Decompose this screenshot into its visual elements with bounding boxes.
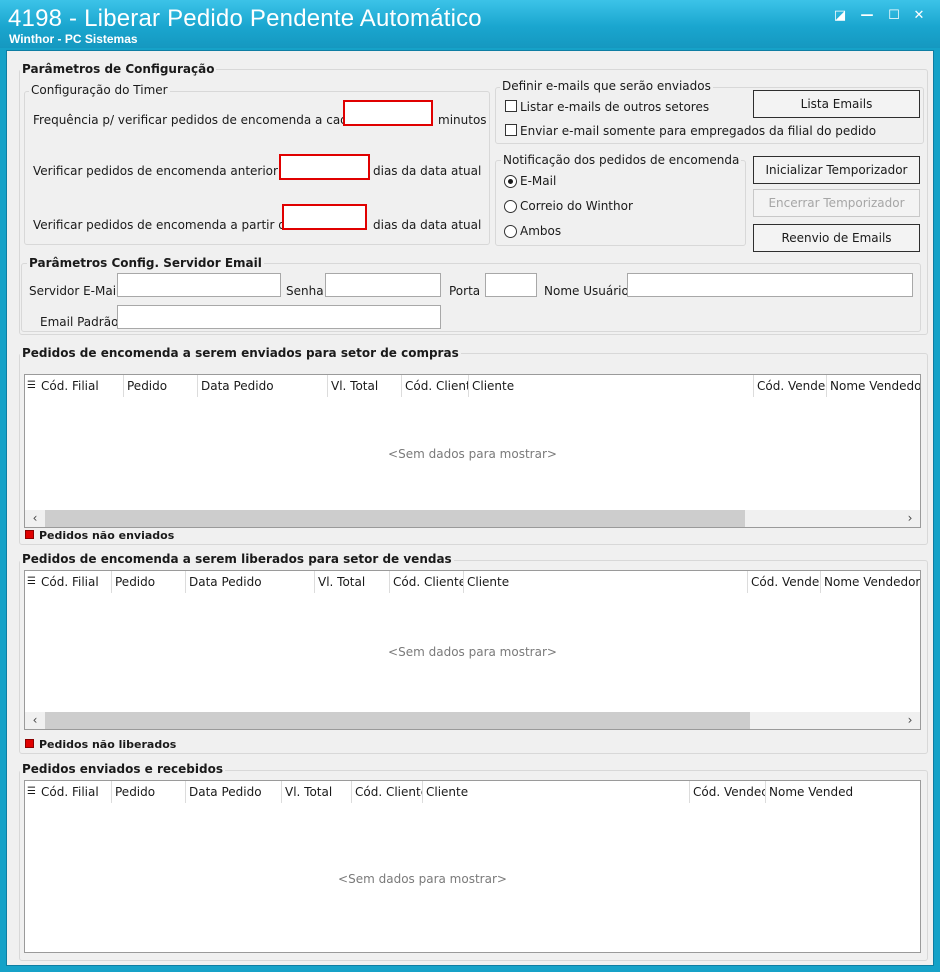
legend-red-square xyxy=(25,739,34,748)
freq-suffix: minutos xyxy=(438,113,487,127)
email-padrao-label: Email Padrão xyxy=(40,315,119,329)
anterior-label: Verificar pedidos de encomenda anterior … xyxy=(33,164,290,178)
servidor-label: Servidor E-Mail xyxy=(29,284,120,298)
restore-icon[interactable]: ◪ xyxy=(831,8,849,24)
scroll-right-icon[interactable]: › xyxy=(900,510,920,527)
grid-menu-icon[interactable]: ☰ xyxy=(27,380,37,392)
grid-menu-icon[interactable]: ☰ xyxy=(27,576,37,588)
anterior-suffix: dias da data atual xyxy=(373,164,482,178)
listar-checkbox[interactable] xyxy=(505,100,517,112)
col-header[interactable]: Cód. Filial xyxy=(38,571,112,593)
radio-email[interactable] xyxy=(504,175,517,188)
col-header[interactable]: Data Pedido xyxy=(186,781,282,803)
compras-legend: Pedidos não enviados xyxy=(39,529,175,542)
enviar-checkbox[interactable] xyxy=(505,124,517,136)
compras-grid[interactable]: ☰ Cód. Filial Pedido Data Pedido Vl. Tot… xyxy=(24,374,921,528)
partir-label: Verificar pedidos de encomenda a partir … xyxy=(33,218,294,232)
col-header[interactable]: Vl. Total xyxy=(315,571,390,593)
legend-red-square xyxy=(25,530,34,539)
empty-message: <Sem dados para mostrar> xyxy=(388,447,557,461)
listar-label: Listar e-mails de outros setores xyxy=(520,100,710,114)
vendas-title: Pedidos de encomenda a serem liberados p… xyxy=(20,552,454,566)
porta-input[interactable] xyxy=(485,273,537,297)
col-header[interactable]: Vl. Total xyxy=(282,781,352,803)
encerrar-temporizador-button[interactable]: Encerrar Temporizador xyxy=(753,189,920,217)
compras-title: Pedidos de encomenda a serem enviados pa… xyxy=(20,346,461,360)
scroll-thumb[interactable] xyxy=(45,510,745,527)
col-header[interactable]: Cód. Client xyxy=(402,375,469,397)
enviar-label: Enviar e-mail somente para empregados da… xyxy=(520,124,877,138)
col-header[interactable]: Vl. Total xyxy=(328,375,402,397)
col-header[interactable]: Cliente xyxy=(423,781,690,803)
enviados-title: Pedidos enviados e recebidos xyxy=(20,762,225,776)
enviados-grid[interactable]: ☰ Cód. Filial Pedido Data Pedido Vl. Tot… xyxy=(24,780,921,953)
usuario-input[interactable] xyxy=(627,273,913,297)
scroll-right-icon[interactable]: › xyxy=(900,712,920,729)
empty-message: <Sem dados para mostrar> xyxy=(388,645,557,659)
horizontal-scrollbar[interactable]: ‹ › xyxy=(25,510,920,527)
horizontal-scrollbar[interactable]: ‹ › xyxy=(25,712,920,729)
col-header[interactable]: Nome Vendedor xyxy=(821,571,920,593)
window-subtitle: Winthor - PC Sistemas xyxy=(9,32,138,46)
col-header[interactable]: Pedido xyxy=(112,781,186,803)
col-header[interactable]: Cliente xyxy=(469,375,754,397)
servidor-input[interactable] xyxy=(117,273,281,297)
close-icon[interactable]: ✕ xyxy=(910,8,928,24)
col-header[interactable]: Cód. Vended xyxy=(754,375,827,397)
email-padrao-input[interactable] xyxy=(117,305,441,329)
col-header[interactable]: Cód. Filial xyxy=(38,781,112,803)
partir-suffix: dias da data atual xyxy=(373,218,482,232)
porta-label: Porta xyxy=(449,284,481,298)
server-group-title: Parâmetros Config. Servidor Email xyxy=(27,256,264,270)
config-group-title: Parâmetros de Configuração xyxy=(20,62,217,76)
notificacao-group-title: Notificação dos pedidos de encomenda xyxy=(501,153,742,167)
title-bar: 4198 - Liberar Pedido Pendente Automátic… xyxy=(0,0,940,48)
iniciar-temporizador-button[interactable]: Inicializar Temporizador xyxy=(753,156,920,184)
empty-message: <Sem dados para mostrar> xyxy=(338,872,507,886)
app-window: 4198 - Liberar Pedido Pendente Automátic… xyxy=(0,0,940,972)
radio-correio[interactable] xyxy=(504,200,517,213)
lista-emails-button[interactable]: Lista Emails xyxy=(753,90,920,118)
radio-ambos-label: Ambos xyxy=(520,224,562,238)
col-header[interactable]: Pedido xyxy=(112,571,186,593)
col-header[interactable]: Pedido xyxy=(124,375,198,397)
reenvio-emails-button[interactable]: Reenvio de Emails xyxy=(753,224,920,252)
window-title: 4198 - Liberar Pedido Pendente Automátic… xyxy=(8,5,482,32)
minimize-icon[interactable]: — xyxy=(858,8,876,24)
col-header[interactable]: Cód. Cliente xyxy=(352,781,423,803)
scroll-left-icon[interactable]: ‹ xyxy=(25,510,45,527)
maximize-icon[interactable]: ☐ xyxy=(885,8,903,24)
radio-ambos[interactable] xyxy=(504,225,517,238)
col-header[interactable]: Cód. Cliente xyxy=(390,571,464,593)
col-header[interactable]: Data Pedido xyxy=(198,375,328,397)
freq-label: Frequência p/ verificar pedidos de encom… xyxy=(33,113,356,127)
radio-email-label: E-Mail xyxy=(520,174,557,188)
freq-input[interactable] xyxy=(343,100,433,126)
usuario-label: Nome Usuário xyxy=(544,284,629,298)
col-header[interactable]: Cód. Filial xyxy=(38,375,124,397)
client-area: Parâmetros de Configuração Configuração … xyxy=(6,50,934,966)
col-header[interactable]: Cliente xyxy=(464,571,748,593)
vendas-legend: Pedidos não liberados xyxy=(39,738,177,751)
senha-input[interactable] xyxy=(325,273,441,297)
partir-input[interactable] xyxy=(282,204,367,230)
emails-group-title: Definir e-mails que serão enviados xyxy=(500,79,713,93)
scroll-left-icon[interactable]: ‹ xyxy=(25,712,45,729)
col-header[interactable]: Data Pedido xyxy=(186,571,315,593)
grid-menu-icon[interactable]: ☰ xyxy=(27,786,37,798)
radio-correio-label: Correio do Winthor xyxy=(520,199,633,213)
scroll-thumb[interactable] xyxy=(45,712,750,729)
col-header[interactable]: Cód. Vendec xyxy=(690,781,766,803)
senha-label: Senha xyxy=(286,284,324,298)
col-header[interactable]: Nome Vended xyxy=(766,781,855,803)
timer-group-title: Configuração do Timer xyxy=(29,83,170,97)
vendas-grid[interactable]: ☰ Cód. Filial Pedido Data Pedido Vl. Tot… xyxy=(24,570,921,730)
anterior-input[interactable] xyxy=(279,154,370,180)
col-header[interactable]: Cód. Vende xyxy=(748,571,821,593)
col-header[interactable]: Nome Vendedor xyxy=(827,375,920,397)
